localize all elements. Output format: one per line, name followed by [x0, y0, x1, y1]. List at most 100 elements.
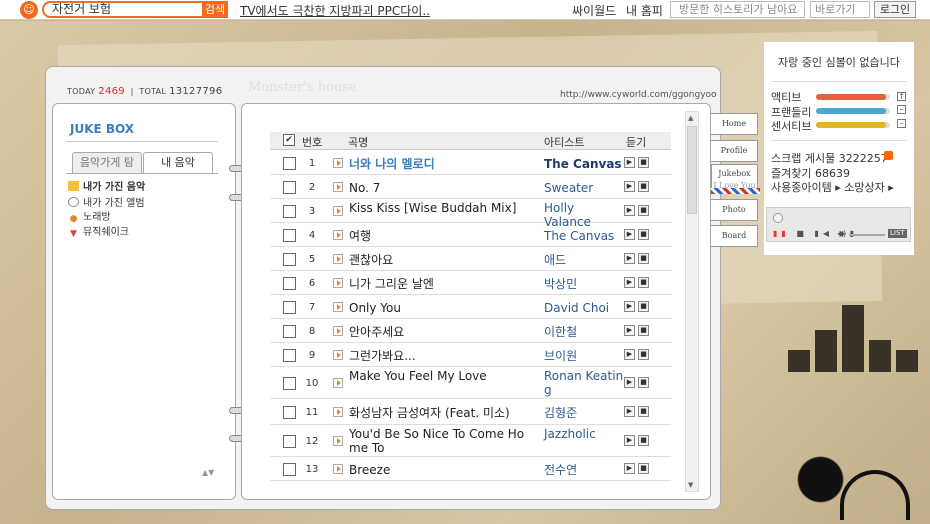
artist-name[interactable]: The Canvas [544, 229, 624, 243]
row-checkbox[interactable] [283, 157, 296, 170]
play-arrow-icon[interactable] [333, 407, 343, 417]
play-arrow-icon[interactable] [333, 230, 343, 240]
listen-play-icon[interactable]: ▶ [624, 377, 635, 388]
listen-play-icon[interactable]: ▶ [624, 406, 635, 417]
row-checkbox[interactable] [283, 229, 296, 242]
menu-karaoke[interactable]: ● 노래방 [68, 212, 111, 224]
scrollbar[interactable]: ▲ ▼ [685, 111, 699, 492]
play-arrow-icon[interactable] [333, 254, 343, 264]
history-dropdown[interactable]: 방문한 히스토리가 남아요 [670, 1, 805, 18]
play-arrow-icon[interactable] [333, 436, 343, 446]
row-checkbox[interactable] [283, 253, 296, 266]
nav-tab-home[interactable]: Home [711, 113, 758, 135]
row-checkbox[interactable] [283, 463, 296, 476]
menu-my-music[interactable]: 내가 가진 음악 [68, 181, 145, 194]
login-button[interactable]: 로그인 [874, 1, 916, 18]
artist-name[interactable]: The Canvas [544, 157, 624, 171]
select-all-checkbox[interactable]: ✔ [283, 134, 295, 146]
table-row[interactable]: 12 You'd Be So Nice To Come Ho me To Jazzh… [270, 425, 671, 457]
listen-stop-icon[interactable]: ■ [638, 463, 649, 474]
artist-name[interactable]: 브이원 [544, 349, 624, 363]
listen-stop-icon[interactable]: ■ [638, 229, 649, 240]
table-row[interactable]: 10 Make You Feel My Love Ronan Keatin g ▶ ■ [270, 367, 671, 399]
song-title[interactable]: 여행 [349, 229, 535, 243]
row-checkbox[interactable] [283, 377, 296, 390]
listen-play-icon[interactable]: ▶ [624, 349, 635, 360]
play-arrow-icon[interactable] [333, 158, 343, 168]
song-title[interactable]: 너와 나의 멜로디 [349, 157, 535, 171]
listen-play-icon[interactable]: ▶ [624, 301, 635, 312]
listen-play-icon[interactable]: ▶ [624, 325, 635, 336]
artist-name[interactable]: David Choi [544, 301, 624, 315]
song-title[interactable]: No. 7 [349, 181, 535, 195]
cyworld-logo-icon[interactable]: ☺ [20, 1, 38, 19]
volume-icon[interactable]: ◀) [837, 229, 846, 238]
play-arrow-icon[interactable] [333, 350, 343, 360]
song-title[interactable]: You'd Be So Nice To Come Ho me To [349, 427, 535, 455]
song-title[interactable]: 니가 그리운 날엔 [349, 277, 535, 291]
row-checkbox[interactable] [283, 435, 296, 448]
table-row[interactable]: 9 그런가봐요... 브이원 ▶ ■ [270, 343, 671, 367]
volume-slider[interactable] [849, 234, 885, 236]
search-input[interactable]: 자전거 보험 [42, 1, 202, 18]
list-button[interactable]: LIST [888, 229, 907, 238]
table-row[interactable]: 7 Only You David Choi ▶ ■ [270, 295, 671, 319]
row-checkbox[interactable] [283, 325, 296, 338]
table-row[interactable]: 8 안아주세요 이한철 ▶ ■ [270, 319, 671, 343]
nav-tab-profile[interactable]: Profile [711, 140, 758, 162]
play-arrow-icon[interactable] [333, 326, 343, 336]
stat-minus-icon[interactable]: – [897, 105, 906, 114]
artist-name[interactable]: Jazzholic [544, 427, 624, 441]
cyworld-link[interactable]: 싸이월드 [572, 2, 616, 19]
listen-play-icon[interactable]: ▶ [624, 253, 635, 264]
menu-my-album[interactable]: 내가 가진 앨범 [68, 197, 145, 210]
items-links[interactable]: 사용중아이템 ▸ 소망상자 ▸ [771, 179, 894, 195]
listen-play-icon[interactable]: ▶ [624, 435, 635, 446]
tab-music-store[interactable]: 음악가게 탐 [72, 152, 142, 174]
artist-name[interactable]: 전수연 [544, 463, 624, 477]
listen-stop-icon[interactable]: ■ [638, 349, 649, 360]
my-home-link[interactable]: 내 홈피 [626, 2, 663, 19]
nav-tab-board[interactable]: Board [711, 225, 758, 247]
listen-stop-icon[interactable]: ■ [638, 205, 649, 216]
row-checkbox[interactable] [283, 181, 296, 194]
row-checkbox[interactable] [283, 349, 296, 362]
song-title[interactable]: Make You Feel My Love [349, 369, 535, 383]
listen-play-icon[interactable]: ▶ [624, 277, 635, 288]
listen-play-icon[interactable]: ▶ [624, 205, 635, 216]
scroll-up-icon[interactable]: ▲ [688, 114, 693, 122]
shortcut-dropdown[interactable]: 바로가기 [810, 1, 870, 18]
ad-link[interactable]: TV에서도 극찬한 지방파괴 PPC다이.. [240, 2, 430, 19]
play-arrow-icon[interactable] [333, 464, 343, 474]
row-checkbox[interactable] [283, 205, 296, 218]
row-checkbox[interactable] [283, 277, 296, 290]
artist-name[interactable]: Ronan Keatin g [544, 369, 624, 397]
scroll-arrows-icon[interactable]: ▲▼ [202, 468, 214, 477]
stat-minus-icon[interactable]: – [897, 119, 906, 128]
search-button[interactable]: 검색 [202, 1, 228, 18]
artist-name[interactable]: 이한철 [544, 325, 624, 339]
menu-musicshake[interactable]: ▼ 뮤직쉐이크 [68, 227, 129, 239]
listen-stop-icon[interactable]: ■ [638, 181, 649, 192]
play-arrow-icon[interactable] [333, 206, 343, 216]
play-arrow-icon[interactable] [333, 302, 343, 312]
row-checkbox[interactable] [283, 406, 296, 419]
table-row[interactable]: 2 No. 7 Sweater ▶ ■ [270, 175, 671, 199]
listen-stop-icon[interactable]: ■ [638, 253, 649, 264]
pause-icon[interactable]: ▮▮ [773, 229, 790, 238]
row-checkbox[interactable] [283, 301, 296, 314]
nav-tab-photo[interactable]: Photo [711, 199, 758, 221]
song-title[interactable]: Only You [349, 301, 535, 315]
scroll-thumb[interactable] [687, 126, 697, 214]
table-row[interactable]: 6 니가 그리운 날엔 박상민 ▶ ■ [270, 271, 671, 295]
song-title[interactable]: Kiss Kiss [Wise Buddah Mix] [349, 201, 535, 215]
song-title[interactable]: 화성남자 금성여자 (Feat. 미소) [349, 406, 535, 420]
listen-play-icon[interactable]: ▶ [624, 463, 635, 474]
table-row[interactable]: 4 여행 The Canvas ▶ ■ [270, 223, 671, 247]
table-row[interactable]: 3 Kiss Kiss [Wise Buddah Mix] Holly Valanc… [270, 199, 671, 229]
play-arrow-icon[interactable] [333, 378, 343, 388]
listen-play-icon[interactable]: ▶ [624, 229, 635, 240]
listen-stop-icon[interactable]: ■ [638, 157, 649, 168]
scrap-count[interactable]: 스크랩 게시물 3222257 [771, 150, 888, 166]
listen-stop-icon[interactable]: ■ [638, 325, 649, 336]
